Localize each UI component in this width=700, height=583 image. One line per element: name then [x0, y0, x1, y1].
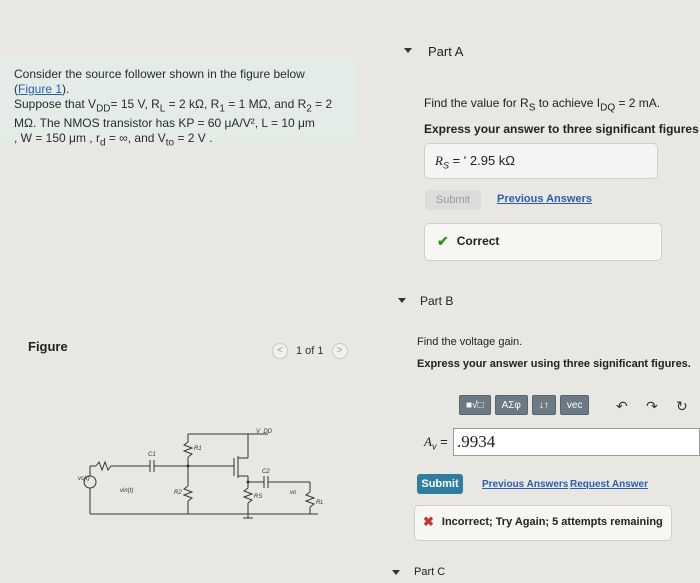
redo-icon[interactable]: ↷	[646, 398, 658, 415]
part-b-instruction: Express your answer using three signific…	[417, 358, 691, 370]
voltage-gain-input[interactable]: .9934	[453, 428, 700, 456]
rs-label: RS	[254, 494, 262, 500]
vin-label: vin(t)	[120, 488, 133, 494]
vdd-label: V_DD	[256, 429, 273, 435]
part-a-prompt: Find the value for RS to achieve IDQ = 2…	[424, 96, 661, 114]
problem-line2: Suppose that VDD= 15 V, RL = 2 kΩ, R1 = …	[14, 97, 333, 115]
reset-icon[interactable]: ↻	[676, 398, 688, 415]
part-b-prompt: Find the voltage gain.	[417, 336, 523, 348]
problem-statement: Consider the source follower shown in th…	[0, 57, 357, 149]
part-a-submit-button[interactable]: Submit	[425, 190, 481, 210]
prev-figure-button[interactable]: <	[272, 343, 288, 359]
figure-pager: < 1 of 1 >	[272, 343, 348, 359]
r1-label: R1	[194, 446, 202, 452]
c2-label: C2	[262, 469, 270, 475]
part-b-previous-answers-link[interactable]: Previous Answers	[482, 479, 568, 490]
correct-text: Correct	[456, 234, 500, 248]
part-b-title[interactable]: Part B	[420, 294, 453, 308]
problem-line3: MΩ. The NMOS transistor has KP = 60 μA/V…	[14, 116, 315, 131]
request-answer-link[interactable]: Request Answer	[570, 479, 648, 490]
part-b-collapse-icon[interactable]	[398, 298, 406, 303]
vo-label: vo	[290, 490, 297, 496]
part-a-title[interactable]: Part A	[428, 44, 463, 59]
part-a-instruction: Express your answer to three significant…	[424, 122, 700, 136]
r2-label: R2	[174, 490, 182, 496]
figure-page-indicator: 1 of 1	[296, 345, 324, 357]
av-label: Av =	[424, 434, 448, 452]
part-a-previous-answers-link[interactable]: Previous Answers	[497, 193, 592, 205]
part-c-collapse-icon[interactable]	[392, 570, 400, 575]
greek-symbols-button[interactable]: ΑΣφ	[494, 395, 528, 415]
c1-label: C1	[148, 452, 156, 458]
figure-link[interactable]: Figure 1	[18, 82, 62, 96]
check-icon: ✔	[437, 233, 449, 249]
figure-label: Figure	[28, 339, 68, 354]
part-b-feedback: ✖ Incorrect; Try Again; 5 attempts remai…	[414, 505, 672, 541]
part-a-answer: RS = ʹ 2.95 kΩ	[424, 143, 658, 179]
math-toolbar: ■√□ ΑΣφ ↓↑ vec	[459, 395, 590, 415]
vector-button[interactable]: vec	[559, 395, 590, 415]
undo-icon[interactable]: ↶	[616, 398, 628, 415]
problem-line4: , W = 150 μm , rd = ∞, and Vto = 2 V .	[14, 131, 213, 149]
circuit-diagram: V_DD R1 R2 RS RL C1 C2 vs(t) vin(t) vo	[78, 429, 324, 519]
part-c-title[interactable]: Part C	[414, 566, 445, 578]
templates-button[interactable]: ■√□	[459, 395, 491, 415]
arrows-button[interactable]: ↓↑	[531, 395, 556, 415]
vs-label: vs(t)	[78, 476, 90, 482]
part-a-collapse-icon[interactable]	[404, 48, 412, 53]
rl-label: RL	[316, 500, 324, 506]
part-a-feedback: ✔ Correct	[424, 223, 662, 261]
next-figure-button[interactable]: >	[331, 343, 348, 359]
incorrect-text: Incorrect; Try Again; 5 attempts remaini…	[441, 516, 663, 528]
incorrect-icon: ✖	[423, 514, 434, 529]
part-b-submit-button[interactable]: Submit	[417, 474, 463, 494]
